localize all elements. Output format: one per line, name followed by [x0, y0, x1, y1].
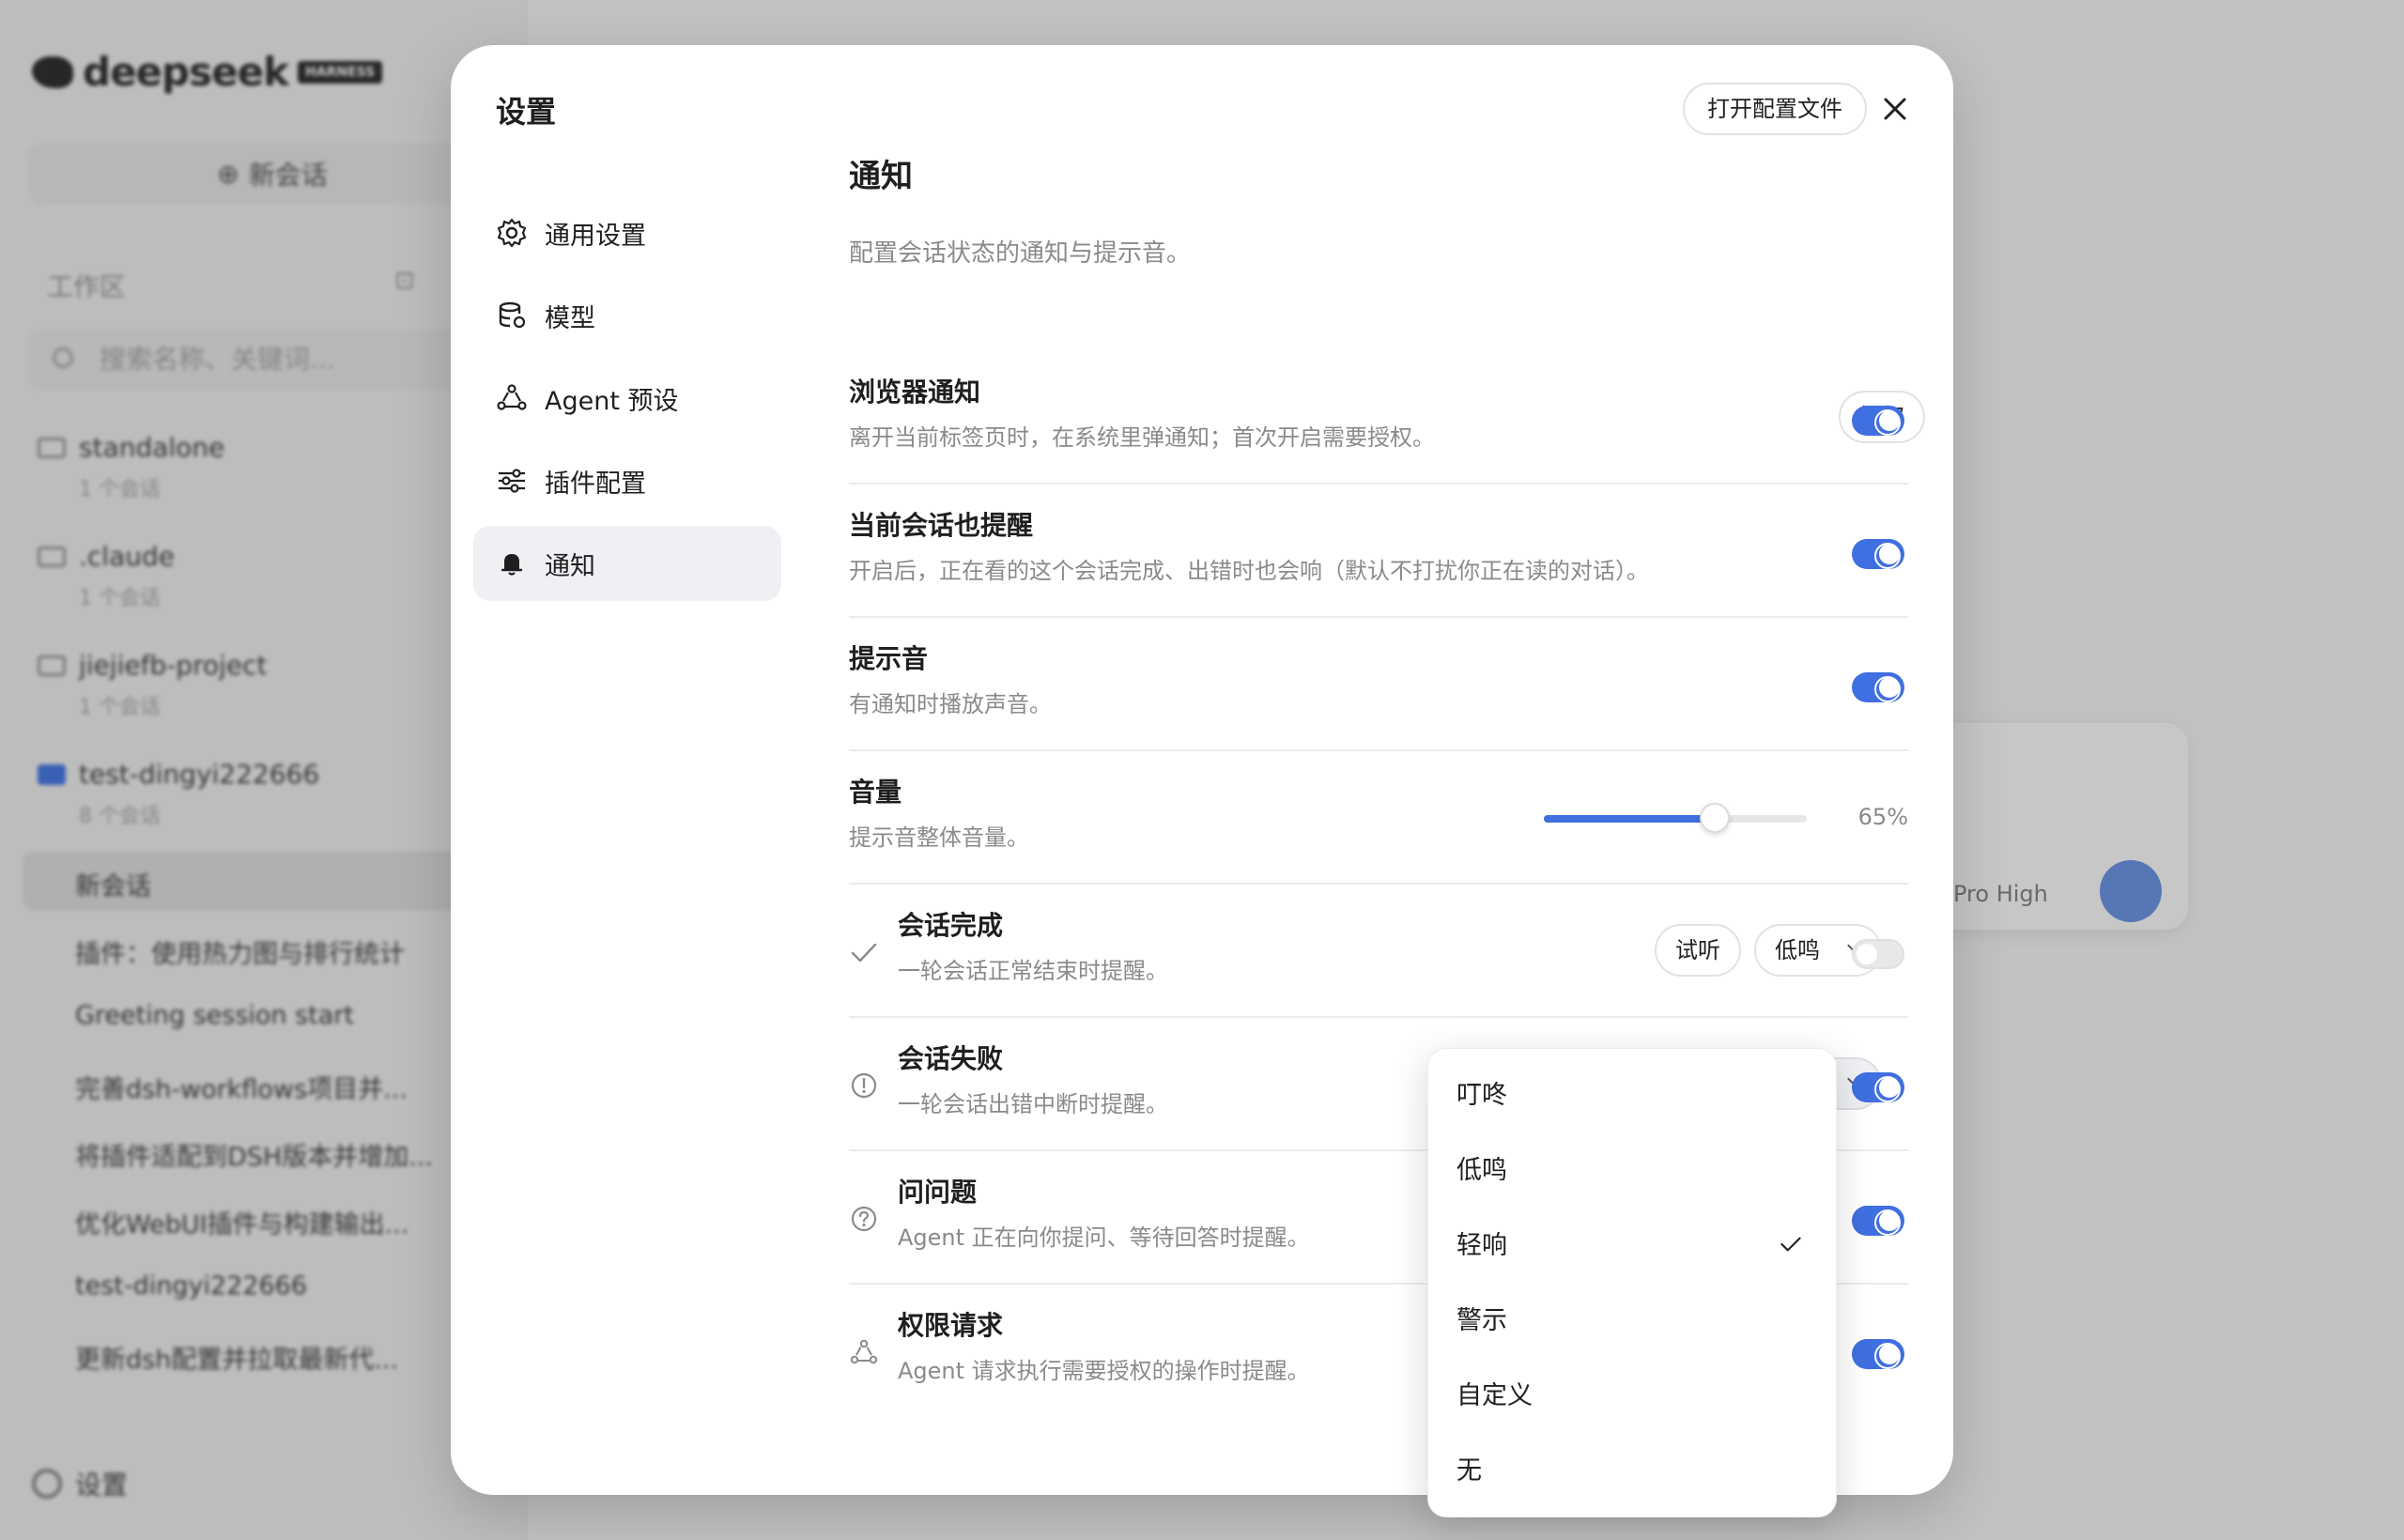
volume-slider-thumb[interactable]: [1700, 803, 1730, 833]
option-label: 警示: [1456, 1306, 1507, 1335]
bell-icon: [501, 554, 523, 576]
sliders-icon: [499, 469, 525, 493]
setting-description: 一轮会话出错中断时提醒。: [898, 1091, 1168, 1117]
question-toggle[interactable]: [1852, 1206, 1904, 1236]
sound-select-value: 低鸣: [1775, 937, 1820, 963]
setting-session-complete: 会话完成 一轮会话正常结束时提醒。 试听 低鸣: [849, 885, 1908, 1018]
option-label: 轻响: [1456, 1231, 1507, 1260]
question-circle-icon: [851, 1206, 877, 1232]
setting-label: 会话完成: [898, 910, 1004, 941]
nav-item-agent-preset[interactable]: Agent 预设: [473, 361, 781, 436]
setting-description: 离开当前标签页时，在系统里弹通知；首次开启需要授权。: [849, 424, 1435, 451]
page-title: 通知: [849, 158, 913, 195]
page-description: 配置会话状态的通知与提示音。: [849, 239, 1192, 268]
close-icon[interactable]: [1878, 92, 1912, 126]
setting-current-session: 当前会话也提醒 开启后，正在看的这个会话完成、出错时也会响（默认不打扰你正在读的…: [849, 485, 1908, 618]
check-icon: [851, 943, 877, 962]
dropdown-option[interactable]: 警示: [1428, 1284, 1836, 1359]
setting-description: Agent 正在向你提问、等待回答时提醒。: [898, 1224, 1310, 1251]
volume-slider-fill: [1544, 815, 1715, 823]
setting-description: 提示音整体音量。: [849, 824, 1029, 851]
check-icon: [1780, 1237, 1801, 1252]
sound-toggle[interactable]: [1852, 672, 1904, 702]
nav-label: 插件配置: [545, 469, 646, 499]
volume-value: 65%: [1857, 804, 1908, 830]
setting-label: 问问题: [898, 1177, 978, 1208]
nav-item-general[interactable]: 通用设置: [473, 195, 781, 270]
dropdown-option[interactable]: 自定义: [1428, 1359, 1836, 1434]
current-session-toggle[interactable]: [1852, 539, 1904, 569]
setting-description: 开启后，正在看的这个会话完成、出错时也会响（默认不打扰你正在读的对话）。: [849, 558, 1649, 584]
setting-sound: 提示音 有通知时播放声音。: [849, 618, 1908, 751]
setting-volume: 音量 提示音整体音量。 65%: [849, 751, 1908, 885]
preview-sound-button[interactable]: 试听: [1655, 924, 1741, 977]
option-label: 叮咚: [1456, 1081, 1507, 1110]
session-failed-toggle[interactable]: [1852, 1072, 1904, 1102]
nav-item-model[interactable]: 模型: [473, 278, 781, 353]
nav-item-notifications[interactable]: 通知: [473, 526, 781, 601]
open-config-button[interactable]: 打开配置文件: [1683, 83, 1867, 135]
dropdown-option[interactable]: 无: [1428, 1434, 1836, 1509]
modal-title: 设置: [496, 94, 557, 130]
dropdown-option[interactable]: 低鸣: [1428, 1133, 1836, 1209]
setting-browser-notification: 浏览器通知 离开当前标签页时，在系统里弹通知；首次开启需要授权。 授权: [849, 351, 1925, 485]
browser-notification-toggle[interactable]: [1852, 406, 1904, 436]
content-header: 通知 配置会话状态的通知与提示音。: [849, 150, 1908, 269]
alert-circle-icon: [851, 1072, 877, 1099]
volume-slider[interactable]: [1544, 803, 1807, 833]
setting-description: 有通知时播放声音。: [849, 691, 1052, 717]
permission-toggle[interactable]: [1852, 1339, 1904, 1369]
nav-item-plugin-config[interactable]: 插件配置: [473, 443, 781, 518]
nav-label: 模型: [545, 303, 595, 333]
setting-label: 当前会话也提醒: [849, 510, 1034, 541]
setting-label: 音量: [849, 777, 902, 808]
session-complete-toggle[interactable]: [1852, 939, 1904, 969]
gear-icon: [497, 218, 527, 248]
option-label: 自定义: [1456, 1381, 1533, 1410]
setting-label: 提示音: [849, 643, 929, 674]
database-icon: [499, 301, 526, 329]
setting-description: Agent 请求执行需要授权的操作时提醒。: [898, 1358, 1310, 1384]
agent-icon: [497, 384, 527, 410]
dropdown-option[interactable]: 叮咚: [1428, 1058, 1836, 1133]
option-label: 无: [1456, 1456, 1482, 1486]
nav-label: 通知: [545, 551, 595, 581]
setting-label: 浏览器通知: [849, 377, 981, 408]
settings-nav: 通用设置 模型 Agent 预设 插件配置 通知: [473, 195, 781, 608]
nav-label: 通用设置: [545, 221, 646, 251]
setting-description: 一轮会话正常结束时提醒。: [898, 958, 1168, 984]
option-label: 低鸣: [1456, 1156, 1507, 1185]
agent-icon: [850, 1339, 878, 1364]
nav-label: Agent 预设: [545, 386, 679, 416]
dropdown-option-selected[interactable]: 轻响: [1428, 1209, 1836, 1284]
setting-label: 会话失败: [898, 1043, 1004, 1074]
setting-label: 权限请求: [898, 1310, 1004, 1341]
sound-dropdown-menu: 叮咚 低鸣 轻响 警示 自定义 无: [1427, 1048, 1837, 1517]
